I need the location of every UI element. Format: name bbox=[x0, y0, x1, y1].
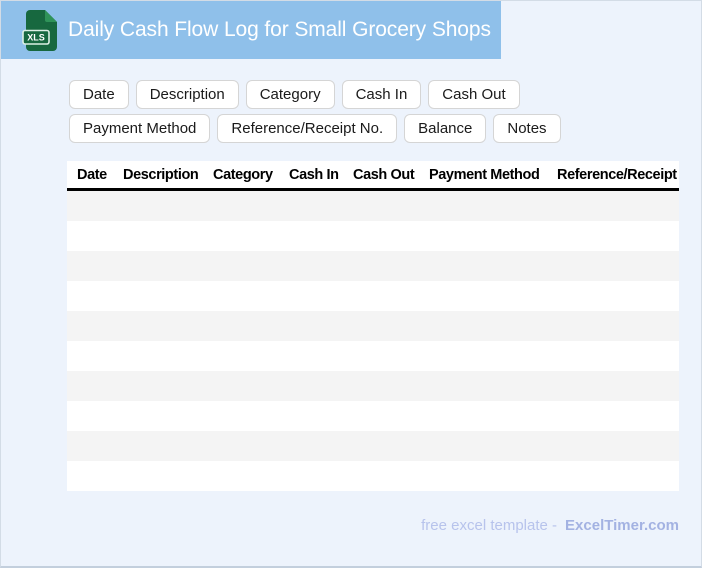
field-chips: Date Description Category Cash In Cash O… bbox=[69, 80, 649, 143]
table-row bbox=[67, 461, 679, 491]
column-header-category: Category bbox=[213, 166, 273, 183]
column-header-date: Date bbox=[77, 166, 107, 183]
table-row bbox=[67, 431, 679, 461]
header-bar: XLS Daily Cash Flow Log for Small Grocer… bbox=[1, 1, 501, 59]
table-row bbox=[67, 251, 679, 281]
column-header-cash-in: Cash In bbox=[289, 166, 339, 183]
chip-balance[interactable]: Balance bbox=[404, 114, 487, 143]
cash-flow-table: Date Description Category Cash In Cash O… bbox=[67, 161, 679, 491]
chip-date[interactable]: Date bbox=[69, 80, 129, 109]
table-row bbox=[67, 371, 679, 401]
table-row bbox=[67, 341, 679, 371]
chip-payment-method[interactable]: Payment Method bbox=[69, 114, 211, 143]
table-body bbox=[67, 191, 679, 491]
page-title: Daily Cash Flow Log for Small Grocery Sh… bbox=[68, 18, 491, 41]
chip-description[interactable]: Description bbox=[135, 80, 239, 109]
column-header-payment-method: Payment Method bbox=[429, 166, 540, 183]
table-row bbox=[67, 401, 679, 431]
table-row bbox=[67, 191, 679, 221]
table-header-row: Date Description Category Cash In Cash O… bbox=[67, 161, 679, 191]
table-row bbox=[67, 311, 679, 341]
column-header-reference-receipt: Reference/Receipt No. bbox=[557, 166, 679, 183]
xls-badge-label: XLS bbox=[27, 32, 45, 42]
column-header-description: Description bbox=[123, 166, 199, 183]
footer: free excel template - ExcelTimer.com bbox=[421, 517, 679, 534]
column-header-cash-out: Cash Out bbox=[353, 166, 415, 183]
chip-category[interactable]: Category bbox=[245, 80, 335, 109]
page: XLS Daily Cash Flow Log for Small Grocer… bbox=[0, 0, 702, 568]
chip-cash-in[interactable]: Cash In bbox=[341, 80, 422, 109]
xls-file-icon: XLS bbox=[22, 9, 57, 51]
footer-tagline: free excel template - bbox=[421, 517, 558, 534]
table-row bbox=[67, 281, 679, 311]
chip-notes[interactable]: Notes bbox=[493, 114, 561, 143]
chip-cash-out[interactable]: Cash Out bbox=[428, 80, 520, 109]
table-row bbox=[67, 221, 679, 251]
chip-reference-receipt-no[interactable]: Reference/Receipt No. bbox=[217, 114, 398, 143]
footer-brand-link[interactable]: ExcelTimer.com bbox=[565, 517, 679, 534]
